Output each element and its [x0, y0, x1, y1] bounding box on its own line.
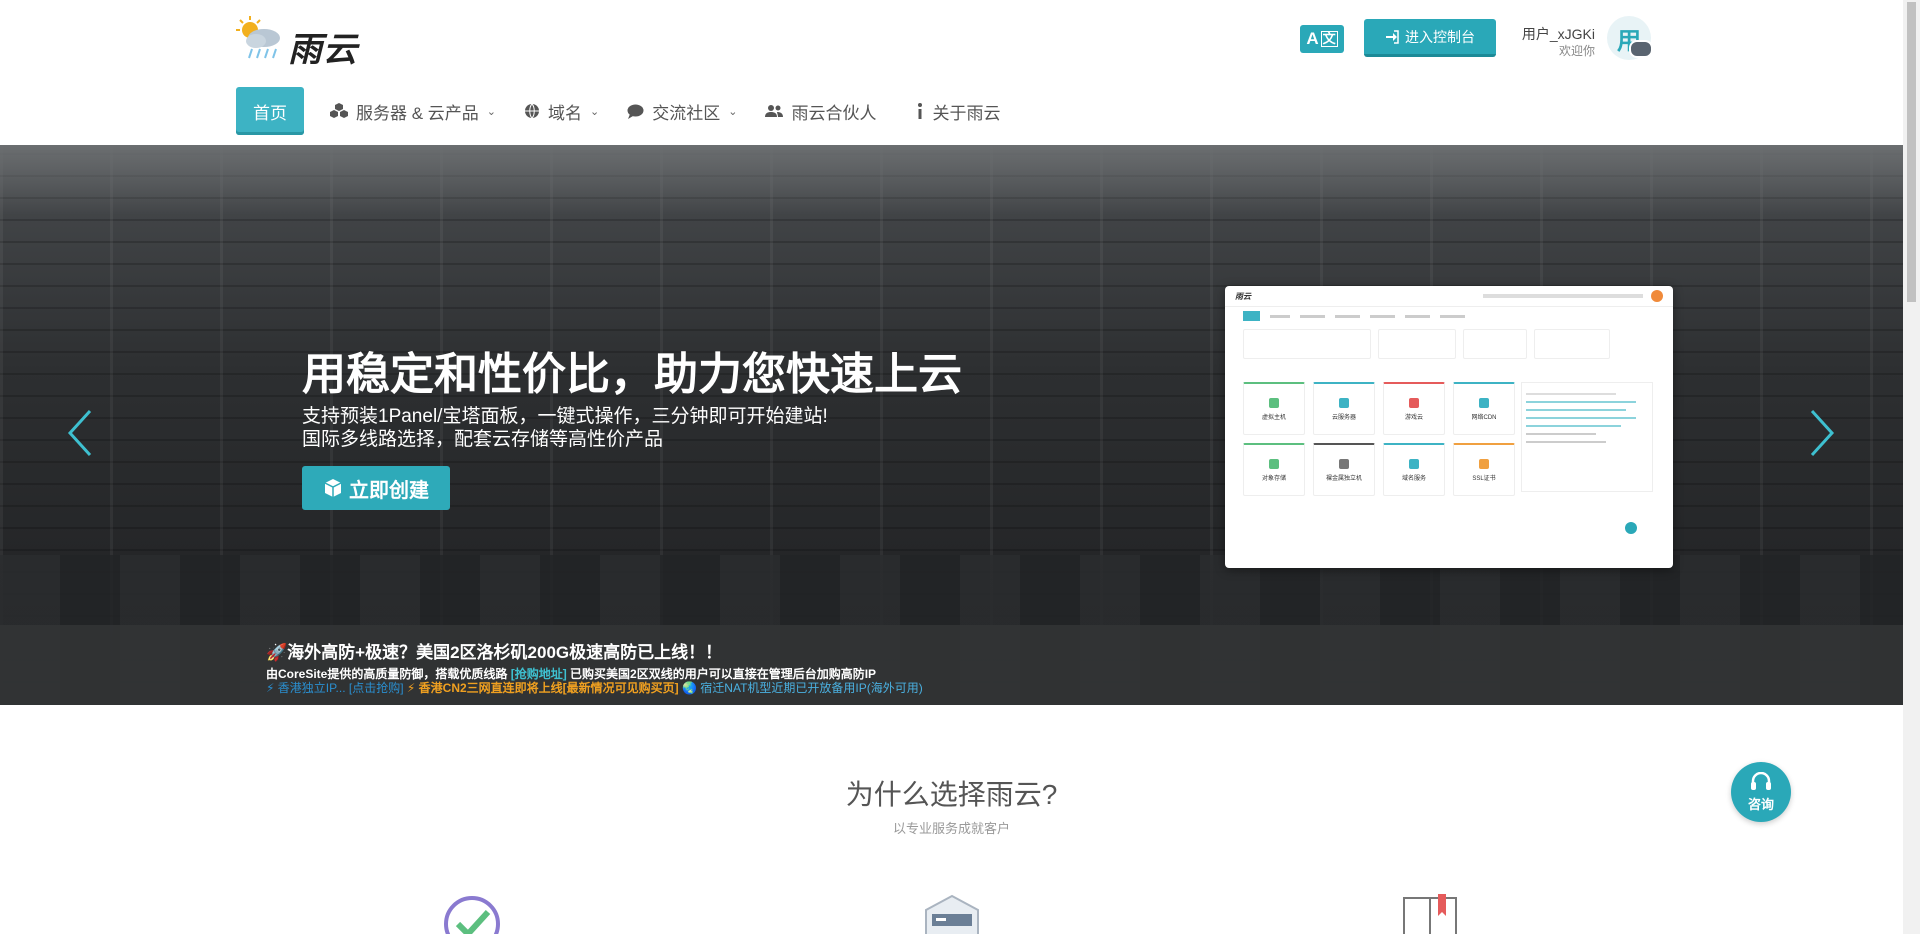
announcement-title: 🚀海外高防+极速？美国2区洛杉矶200G极速高防已上线！！: [266, 643, 723, 662]
chevron-right-icon: [1810, 409, 1835, 457]
site-header: 雨云 A 文 进入控制台 用户_xJGKi 欢迎你 用 首页 服务器 & 云产品…: [0, 0, 1903, 145]
cube-icon: [324, 479, 342, 497]
tag-hk-cn2[interactable]: ⚡ 香港CN2三网直连即将上线[最新情况可见购买页]: [407, 681, 679, 695]
tag-suqian-nat[interactable]: 🌏 宿迁NAT机型近期已开放备用IP(海外可用): [682, 681, 923, 695]
why-choose-title: 为什么选择雨云?: [845, 779, 1058, 810]
comment-icon: [627, 104, 644, 119]
cloud-icon: [1629, 40, 1653, 58]
carousel-next-button[interactable]: [1802, 403, 1842, 463]
consult-button[interactable]: 咨询: [1731, 762, 1791, 822]
nav-item-community[interactable]: 交流社区 ⌄: [613, 87, 751, 135]
sign-in-icon: [1386, 29, 1399, 44]
nav-item-label: 交流社区: [652, 103, 721, 123]
nav-item-home[interactable]: 首页: [236, 87, 304, 135]
nav-item-label: 服务器 & 云产品: [356, 103, 479, 123]
avatar[interactable]: 用: [1607, 16, 1653, 60]
announcement-tags: ⚡ 香港独立IP... [点击抢购] ⚡ 香港CN2三网直连即将上线[最新情况可…: [266, 679, 923, 696]
nav-item-label: 雨云合伙人: [791, 103, 877, 123]
cubes-icon: [330, 103, 348, 118]
nav-item-servers[interactable]: 服务器 & 云产品 ⌄: [316, 87, 510, 135]
nav-item-label: 首页: [253, 103, 287, 123]
headset-icon: [1751, 771, 1771, 790]
book-bookmark-icon: [1400, 894, 1460, 934]
chevron-down-icon: ⌄: [590, 105, 600, 118]
enter-console-button[interactable]: 进入控制台: [1364, 19, 1496, 57]
mock-news-panel: [1521, 382, 1653, 492]
translate-zh-glyph: 文: [1320, 31, 1338, 47]
nav-item-partner[interactable]: 雨云合伙人: [751, 87, 890, 135]
dashboard-preview-image: 雨云 虚拟主机 云服务器 游戏云 网络CDN 对象存储 裸金属独立机 域名服务 …: [1225, 286, 1673, 568]
main-nav: 首页 服务器 & 云产品 ⌄ 域名 ⌄ 交流社区 ⌄ 雨云合伙人 关于雨云: [236, 86, 1014, 136]
hero-title: 用稳定和性价比，助力您快速上云: [302, 350, 962, 399]
announcement-bar: 🚀海外高防+极速？美国2区洛杉矶200G极速高防已上线！！ 由CoreSite提…: [0, 625, 1903, 705]
carousel-prev-button[interactable]: [60, 403, 100, 463]
create-now-label: 立即创建: [349, 479, 429, 502]
mock-product-grid: 虚拟主机 云服务器 游戏云 网络CDN 对象存储 裸金属独立机 域名服务 SSL…: [1243, 382, 1515, 496]
translate-icon: A: [1306, 29, 1319, 48]
globe-icon: [525, 103, 540, 119]
chevron-down-icon: ⌄: [728, 105, 738, 118]
server-icon: [922, 894, 982, 934]
sun-cloud-rain-icon: [236, 16, 280, 59]
mock-logo: 雨云: [1235, 291, 1251, 301]
users-icon: [765, 105, 784, 117]
user-welcome-text: 欢迎你: [1558, 44, 1595, 58]
mock-header: 雨云: [1225, 286, 1673, 307]
nav-item-label: 域名: [548, 103, 583, 123]
hero-ceiling: [0, 145, 1903, 215]
create-now-button[interactable]: 立即创建: [302, 466, 450, 510]
site-logo[interactable]: 雨云: [236, 14, 376, 69]
language-switch-button[interactable]: A 文: [1300, 25, 1344, 53]
scrollbar-thumb[interactable]: [1907, 2, 1916, 302]
info-icon: [918, 103, 923, 119]
nav-item-domains[interactable]: 域名 ⌄: [510, 87, 613, 135]
mock-nav: [1225, 307, 1673, 325]
nav-item-about[interactable]: 关于雨云: [902, 87, 1014, 135]
hero-banner: 用稳定和性价比，助力您快速上云 支持预装1Panel/宝塔面板，一键式操作，三分…: [0, 145, 1903, 705]
tag-hk-ip[interactable]: ⚡ 香港独立IP... [点击抢购]: [266, 681, 404, 695]
page-scrollbar[interactable]: [1903, 0, 1920, 934]
consult-label: 咨询: [1747, 796, 1774, 812]
enter-console-label: 进入控制台: [1405, 28, 1475, 45]
user-name[interactable]: 用户_xJGKi: [1500, 24, 1595, 44]
mock-stats: [1225, 325, 1673, 363]
chevron-left-icon: [67, 409, 92, 457]
logo-text: 雨云: [288, 31, 358, 69]
why-choose-subtitle: 以专业服务成就客户: [892, 821, 1010, 836]
hero-subtitle-line2: 国际多线路选择，配套云存储等高性价产品: [302, 429, 664, 450]
nav-item-label: 关于雨云: [932, 103, 1001, 123]
chevron-down-icon: ⌄: [486, 105, 497, 118]
check-badge-icon: [442, 894, 502, 934]
mock-help-dot: [1625, 522, 1637, 534]
